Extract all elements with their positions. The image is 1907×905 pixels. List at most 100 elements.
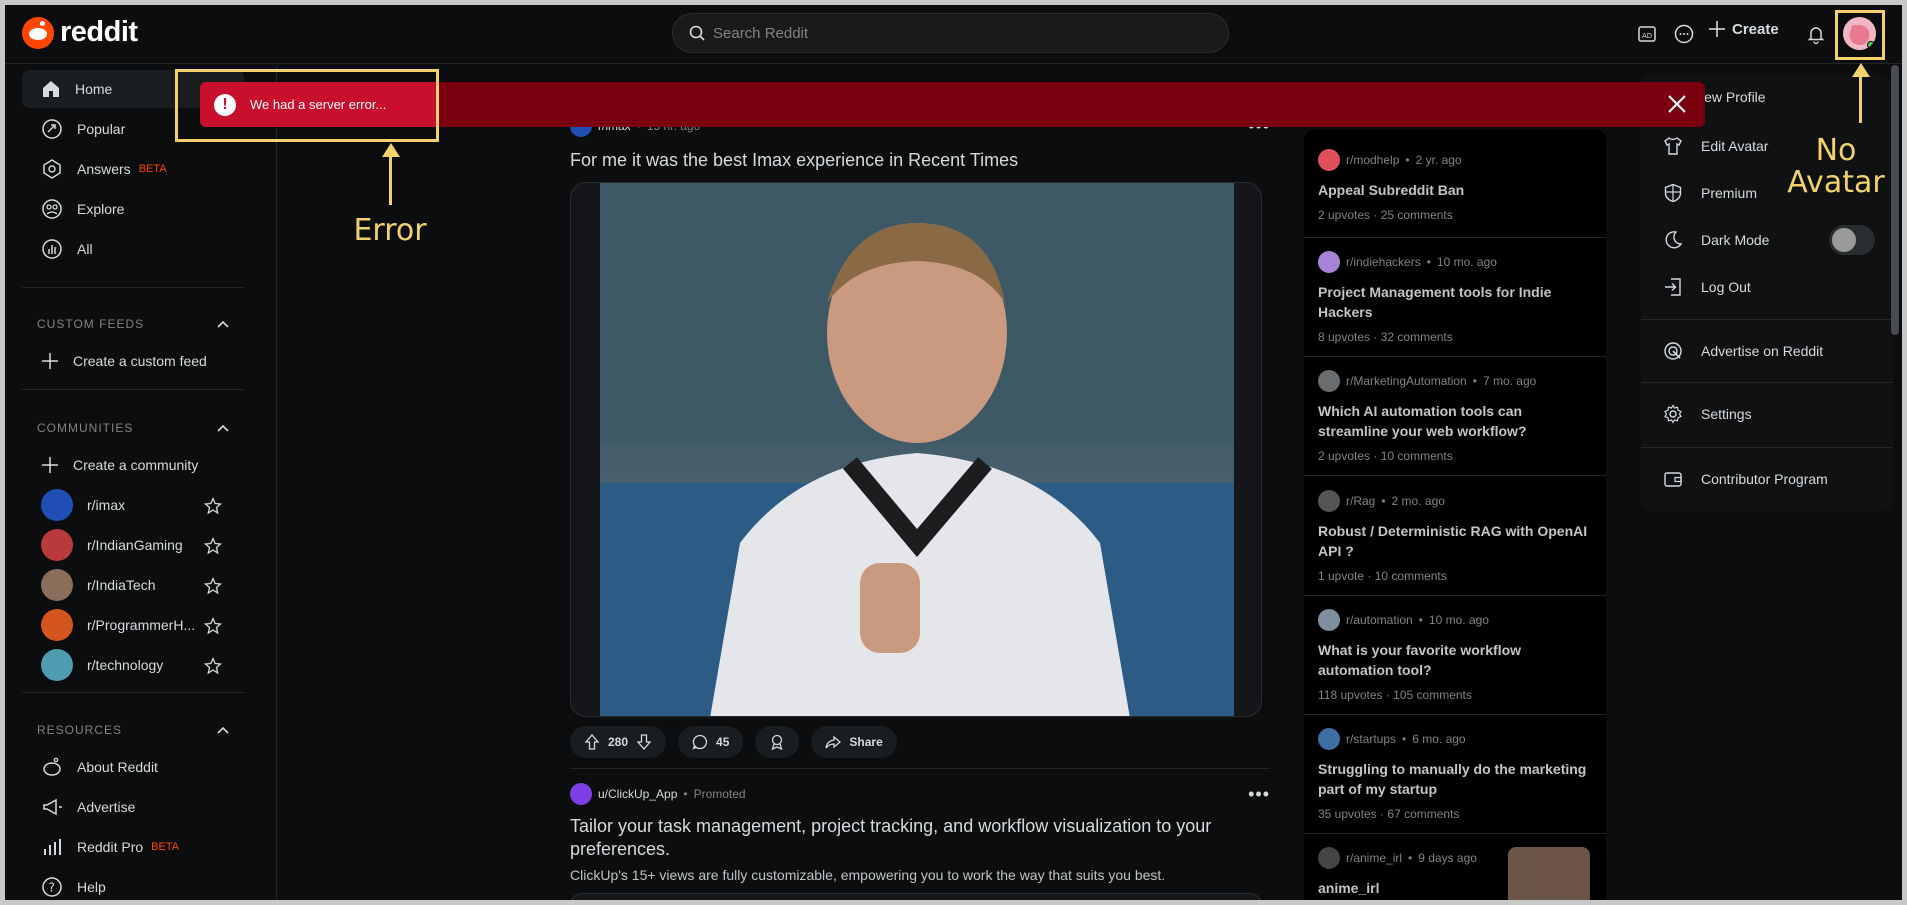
community-label: r/IndiaTech [87,577,156,593]
recent-title[interactable]: Struggling to manually do the marketing … [1318,759,1594,799]
recent-title[interactable]: Appeal Subreddit Ban [1318,180,1594,200]
post-body: ClickUp's 15+ views are fully customizab… [570,867,1166,883]
dark-mode-toggle[interactable] [1829,225,1875,255]
recent-post[interactable]: r/automation • 10 mo. ago What is your fav… [1318,609,1594,702]
bell-icon[interactable] [1804,22,1828,46]
recent-post[interactable]: r/indiehackers • 10 mo. ago Project Manage… [1318,251,1594,344]
recent-post-thumbnail[interactable] [1508,847,1590,900]
separator-dot: • [1418,613,1423,627]
recent-time: 2 yr. ago [1415,153,1462,167]
resource-advertise[interactable]: Advertise [22,788,244,826]
post-image[interactable] [570,182,1262,717]
menu-label: Contributor Program [1701,471,1828,487]
post-card[interactable]: r/imax • 15 hr. ago ••• For me it was th… [570,115,1270,769]
recent-sub[interactable]: r/modhelp [1346,153,1399,167]
resource-about-reddit[interactable]: About Reddit [22,748,244,786]
nav-answers[interactable]: Answers BETA [22,150,244,188]
author-icon[interactable] [570,783,592,805]
answers-icon [43,159,61,179]
advertise-icon[interactable]: AD [1635,22,1659,46]
separator-dot: • [1402,732,1407,746]
promoted-label: Promoted [693,787,746,801]
separator-dot: • [683,787,688,801]
recent-post[interactable]: r/modhelp • 2 yr. ago Appeal Subreddit Ban… [1318,149,1594,222]
star-icon[interactable] [204,577,222,595]
post-title[interactable]: For me it was the best Imax experience i… [570,149,1270,172]
recent-title[interactable]: Which AI automation tools can streamline… [1318,401,1594,441]
recent-sub[interactable]: r/startups [1346,732,1396,746]
community-technology[interactable]: r/technology [22,646,244,684]
scrollbar-thumb[interactable] [1891,65,1899,335]
menu-edit-avatar[interactable]: Edit Avatar [1663,136,1768,156]
recent-sub[interactable]: r/automation [1346,613,1413,627]
upvote-icon[interactable] [584,734,600,750]
communities-title: COMMUNITIES [37,421,134,435]
recent-post[interactable]: r/Rag • 2 mo. ago Robust / Deterministic R… [1318,490,1594,583]
menu-premium[interactable]: Premium [1663,183,1757,203]
promoted-post-card[interactable]: u/ClickUp_App • Promoted ••• Tailor your… [570,783,1270,900]
community-indiatech[interactable]: r/IndiaTech [22,566,244,604]
menu-advertise-on-reddit[interactable]: Advertise on Reddit [1663,341,1823,361]
community-programmerhumor[interactable]: r/ProgrammerH... [22,606,244,644]
comments-button[interactable]: 45 [678,726,744,758]
imax-community-icon [41,489,73,521]
search-input[interactable] [713,24,1193,42]
subreddit-icon [1318,728,1340,750]
star-icon[interactable] [204,497,222,515]
panel-divider [1304,595,1606,596]
menu-label: Dark Mode [1701,232,1770,248]
star-icon[interactable] [204,657,222,675]
custom-feeds-header[interactable]: CUSTOM FEEDS [37,317,229,331]
share-button[interactable]: Share [811,726,897,758]
recent-time: 6 mo. ago [1412,732,1466,746]
recent-posts-panel: r/modhelp • 2 yr. ago Appeal Subreddit Ban… [1304,130,1606,900]
recent-upvotes: 35 upvotes [1318,807,1377,821]
annotation-avatar-box [1835,10,1885,60]
nav-home-label: Home [75,81,113,97]
menu-log-out[interactable]: Log Out [1663,277,1751,297]
recent-time: 10 mo. ago [1428,613,1489,627]
recent-comments: 32 comments [1380,330,1453,344]
post-title[interactable]: Tailor your task management, project tra… [570,815,1250,861]
chat-icon[interactable] [1672,22,1696,46]
recent-sub[interactable]: r/Rag [1346,494,1375,508]
recent-post[interactable]: r/MarketingAutomation • 7 mo. ago Which AI… [1318,370,1594,463]
search-bar[interactable] [672,13,1229,53]
recent-post[interactable]: r/startups • 6 mo. ago Struggling to manua… [1318,728,1594,821]
resources-header[interactable]: RESOURCES [37,723,229,737]
award-button[interactable] [755,726,800,758]
all-icon [42,239,62,259]
menu-dark-mode[interactable]: Dark Mode [1663,230,1769,250]
post-author[interactable]: u/ClickUp_App [598,787,677,801]
recent-sub[interactable]: r/indiehackers [1346,255,1421,269]
downvote-icon[interactable] [636,734,652,750]
more-options-icon[interactable]: ••• [1248,784,1270,805]
create-custom-feed[interactable]: Create a custom feed [22,342,244,380]
menu-settings[interactable]: Settings [1663,404,1752,424]
vote-pill: 280 [570,726,667,758]
menu-label: iew Profile [1701,89,1766,105]
close-icon[interactable] [1666,93,1688,115]
recent-title[interactable]: Robust / Deterministic RAG with OpenAI A… [1318,521,1594,561]
reddit-app: reddit AD Create Home [0,0,1907,905]
resource-reddit-pro[interactable]: Reddit Pro BETA [22,828,244,866]
nav-explore[interactable]: Explore [22,190,244,228]
communities-header[interactable]: COMMUNITIES [37,421,229,435]
star-icon[interactable] [204,617,222,635]
community-indiangaming[interactable]: r/IndianGaming [22,526,244,564]
nav-all[interactable]: All [22,230,244,268]
promoted-preview-image[interactable] [570,893,1262,900]
recent-title[interactable]: What is your favorite workflow automatio… [1318,640,1594,680]
reddit-logo-icon [22,16,54,49]
recent-sub[interactable]: r/MarketingAutomation [1346,374,1467,388]
star-icon[interactable] [204,537,222,555]
resource-help[interactable]: ? Help [22,868,244,900]
menu-contributor-program[interactable]: Contributor Program [1663,469,1828,489]
recent-sub[interactable]: r/anime_irl [1346,851,1402,865]
create-community[interactable]: Create a community [22,446,244,484]
create-button[interactable]: Create [1708,20,1779,38]
top-header: reddit AD Create [5,5,1902,64]
recent-title[interactable]: Project Management tools for Indie Hacke… [1318,282,1594,322]
reddit-logo[interactable]: reddit [22,16,138,49]
community-imax[interactable]: r/imax [22,486,244,524]
